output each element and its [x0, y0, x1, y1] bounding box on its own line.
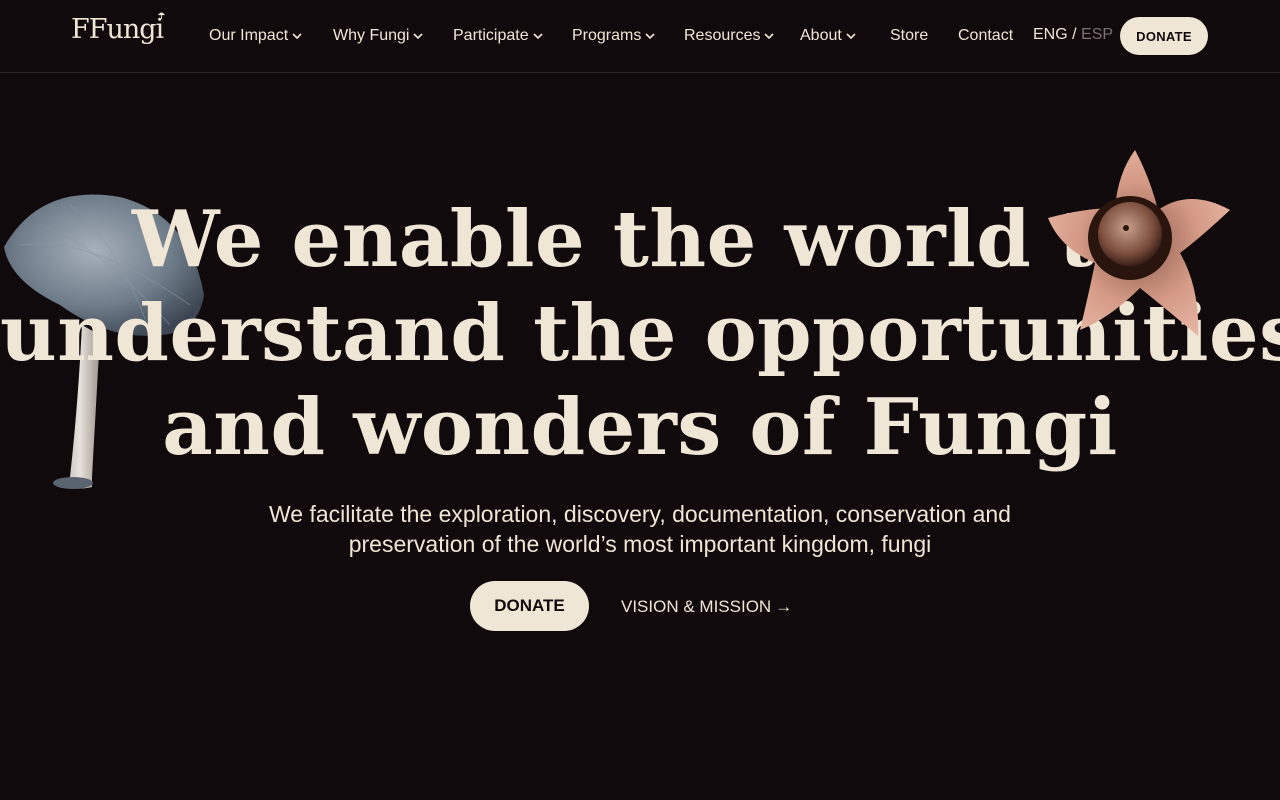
hero-subtitle-line-1: We facilitate the exploration, discovery… — [269, 501, 1011, 527]
hero-donate-button[interactable]: DONATE — [470, 581, 589, 631]
nav-label: Resources — [684, 27, 761, 44]
logo-sprout-icon — [158, 12, 166, 19]
nav-about[interactable]: About — [800, 26, 856, 46]
nav-label: Programs — [572, 27, 642, 44]
nav-contact[interactable]: Contact — [958, 26, 1013, 46]
chevron-down-icon — [533, 33, 543, 40]
ffungi-logo[interactable]: FFungi — [71, 12, 166, 45]
chevron-down-icon — [645, 33, 655, 40]
vision-mission-link[interactable]: VISION & MISSION → — [621, 596, 792, 618]
arrow-right-icon: → — [775, 597, 793, 616]
header-donate-button[interactable]: DONATE — [1120, 17, 1208, 55]
nav-label: Our Impact — [209, 27, 289, 44]
nav-participate[interactable]: Participate — [453, 26, 543, 46]
hero-subtitle: We facilitate the exploration, discovery… — [0, 499, 1280, 559]
chevron-down-icon — [846, 33, 856, 40]
hero-title-line-3: and wonders of Fungi — [162, 382, 1118, 473]
nav-label: About — [800, 27, 842, 44]
nav-store[interactable]: Store — [890, 26, 928, 46]
nav-our-impact[interactable]: Our Impact — [209, 26, 302, 46]
language-switcher: ENG / ESP — [1033, 26, 1113, 44]
nav-programs[interactable]: Programs — [572, 26, 655, 46]
vision-mission-label: VISION & MISSION — [621, 597, 772, 616]
nav-label: Why Fungi — [333, 27, 410, 44]
earthstar-fungus-illustration — [1048, 150, 1230, 336]
chevron-down-icon — [413, 33, 424, 40]
chevron-down-icon — [764, 33, 775, 40]
nav-label: Participate — [453, 27, 529, 44]
nav-why-fungi[interactable]: Why Fungi — [333, 26, 424, 46]
nav-label: Store — [890, 27, 929, 44]
lang-eng[interactable]: ENG — [1033, 26, 1068, 43]
lang-esp[interactable]: ESP — [1081, 26, 1113, 43]
site-header: FFungi Our Impact Why Fungi Participate … — [0, 0, 1280, 73]
lang-separator: / — [1072, 26, 1077, 43]
hero-subtitle-line-2: preservation of the world’s most importa… — [348, 531, 932, 557]
nav-resources[interactable]: Resources — [684, 26, 775, 46]
nav-label: Contact — [958, 27, 1014, 44]
chevron-down-icon — [292, 33, 302, 40]
logo-text: FFungi — [71, 14, 164, 45]
